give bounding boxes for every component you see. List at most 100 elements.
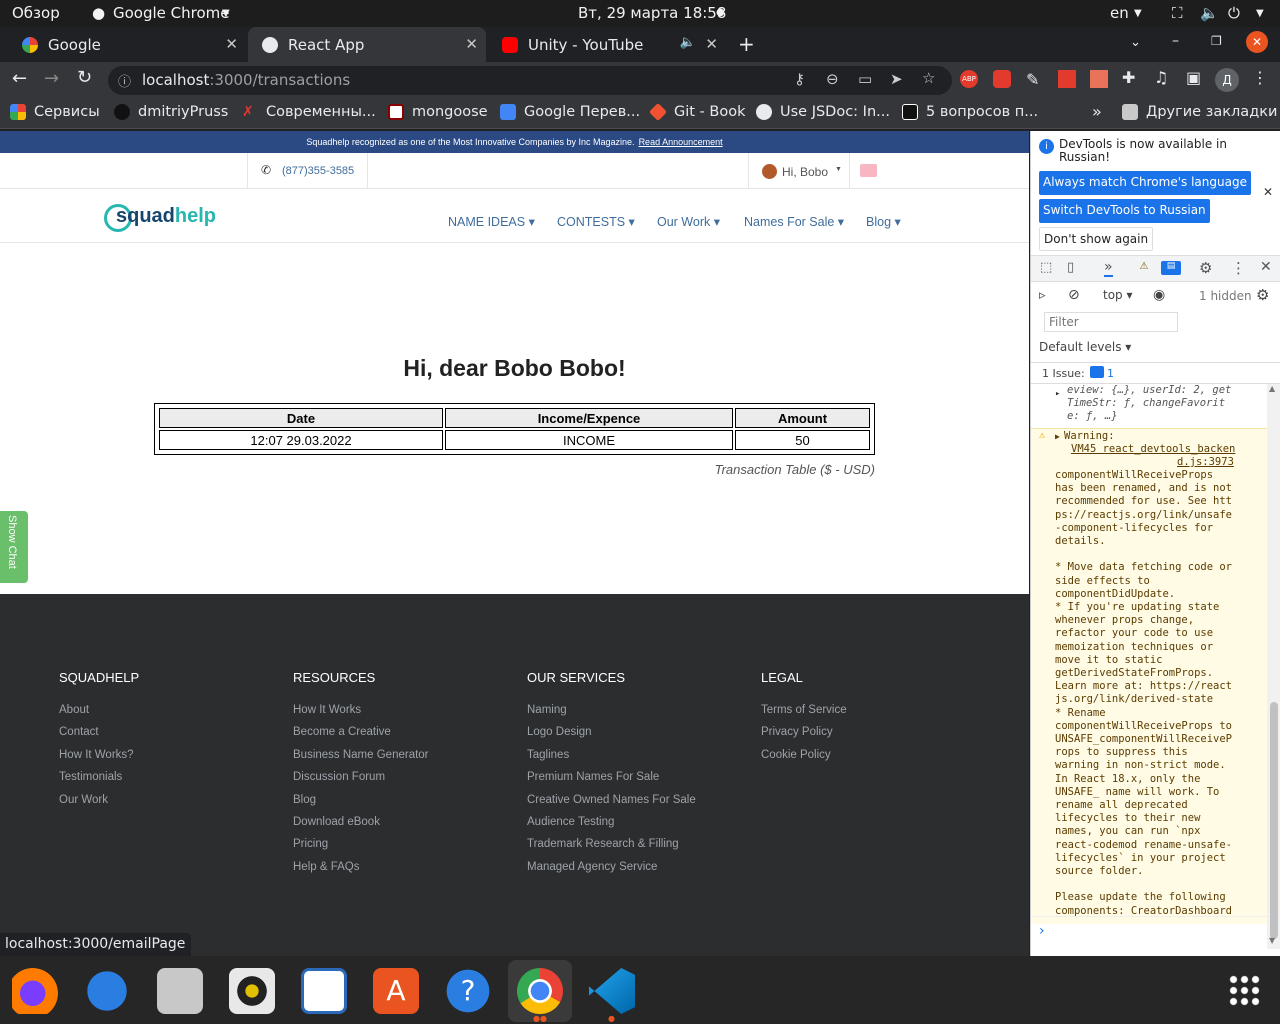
- gear-icon[interactable]: ⚙: [1199, 259, 1212, 277]
- nav-blog[interactable]: Blog ▾: [866, 214, 901, 229]
- source-link[interactable]: VM45 react_devtools_backen: [1071, 443, 1235, 456]
- footer-link[interactable]: Become a Creative: [293, 726, 429, 748]
- reload-button[interactable]: ↻: [77, 67, 92, 88]
- bookmark-item[interactable]: Сервисы: [10, 104, 100, 120]
- always-match-language-button[interactable]: Always match Chrome's language: [1039, 171, 1251, 195]
- message-icon[interactable]: ▤: [1161, 261, 1181, 275]
- footer-link[interactable]: Pricing: [293, 838, 429, 860]
- context-selector[interactable]: top ▾: [1103, 288, 1133, 302]
- power-icon[interactable]: ⏻: [1228, 4, 1240, 22]
- footer-link[interactable]: Download eBook: [293, 816, 429, 838]
- show-chat-button[interactable]: Show Chat: [0, 511, 28, 583]
- source-link[interactable]: d.js:3973: [1177, 456, 1234, 469]
- bookmark-item[interactable]: Google Перев...: [500, 104, 640, 120]
- console-prompt-row[interactable]: ›: [1031, 916, 1267, 956]
- close-devtools-icon[interactable]: ✕: [1260, 259, 1272, 275]
- close-icon[interactable]: ✕: [1263, 185, 1273, 199]
- show-apps-icon[interactable]: [1228, 974, 1260, 1006]
- info-icon[interactable]: ⓘ: [118, 71, 131, 90]
- user-menu[interactable]: Hi, Bobo ▼: [748, 153, 850, 189]
- extension-icon[interactable]: [1058, 70, 1076, 88]
- eye-icon[interactable]: ◉: [1153, 287, 1165, 303]
- help-icon[interactable]: ?: [445, 968, 491, 1014]
- inspect-icon[interactable]: ⬚: [1040, 260, 1052, 275]
- sidebar-toggle-icon[interactable]: ▹: [1039, 288, 1046, 303]
- scroll-up-icon[interactable]: ▲: [1269, 384, 1275, 393]
- log-levels-dropdown[interactable]: Default levels ▾: [1039, 340, 1131, 354]
- issues-bar[interactable]: 1 Issue: 1: [1031, 362, 1280, 384]
- dont-show-again-button[interactable]: Don't show again: [1039, 227, 1154, 251]
- puzzle-icon[interactable]: ✚: [1122, 68, 1135, 87]
- zoom-icon[interactable]: ⊖: [826, 70, 839, 88]
- kebab-menu-icon[interactable]: ⋮: [1231, 259, 1246, 277]
- back-button[interactable]: ←: [12, 68, 27, 89]
- switch-to-russian-button[interactable]: Switch DevTools to Russian: [1039, 199, 1210, 223]
- adblock-icon[interactable]: ABP: [960, 70, 978, 88]
- footer-link[interactable]: Logo Design: [527, 726, 696, 748]
- footer-link[interactable]: Our Work: [59, 794, 139, 816]
- address-bar[interactable]: ⓘ localhost:3000/transactions ⚷ ⊖ ▭ ➤ ☆: [108, 66, 952, 95]
- activities-button[interactable]: Обзор: [12, 4, 60, 22]
- footer-link[interactable]: Business Name Generator: [293, 749, 429, 771]
- footer-link[interactable]: Trademark Research & Filling: [527, 838, 696, 860]
- maximize-button[interactable]: ❐: [1211, 34, 1222, 48]
- footer-link[interactable]: How It Works?: [59, 749, 139, 771]
- bookmark-item[interactable]: 5 вопросов п...: [902, 104, 1038, 120]
- footer-link[interactable]: Help & FAQs: [293, 861, 429, 883]
- bookmark-item[interactable]: ✗ Современны...: [242, 104, 376, 120]
- clock[interactable]: Вт, 29 марта 18:58: [578, 4, 726, 22]
- tab-search-icon[interactable]: ⌄: [1130, 35, 1141, 50]
- scrollbar-thumb[interactable]: [1270, 702, 1278, 939]
- bookmark-item[interactable]: mongoose: [388, 104, 488, 120]
- files-icon[interactable]: [157, 968, 203, 1014]
- footer-link[interactable]: Terms of Service: [761, 704, 847, 726]
- bookmarks-overflow-button[interactable]: »: [1092, 102, 1102, 121]
- bookmark-item[interactable]: Git - Book: [648, 102, 746, 122]
- footer-link[interactable]: Creative Owned Names For Sale: [527, 794, 696, 816]
- footer-link[interactable]: Naming: [527, 704, 696, 726]
- device-toggle-icon[interactable]: ▯: [1067, 260, 1074, 275]
- profile-avatar[interactable]: Д: [1215, 68, 1239, 92]
- close-icon[interactable]: ✕: [225, 35, 238, 53]
- footer-link[interactable]: Taglines: [527, 749, 696, 771]
- console-settings-icon[interactable]: ⚙: [1256, 286, 1269, 304]
- nav-name-ideas[interactable]: NAME IDEAS ▾: [448, 214, 535, 229]
- nav-our-work[interactable]: Our Work ▾: [657, 214, 720, 229]
- volume-icon[interactable]: 🔈: [1200, 4, 1219, 22]
- clear-console-icon[interactable]: ⊘: [1068, 287, 1080, 303]
- footer-link[interactable]: Privacy Policy: [761, 726, 847, 748]
- expand-triangle-icon[interactable]: ▶: [1055, 432, 1060, 441]
- media-icon[interactable]: ♫: [1154, 68, 1168, 87]
- console-scrollbar[interactable]: ▲ ▼: [1267, 384, 1280, 949]
- footer-link[interactable]: Contact: [59, 726, 139, 748]
- send-icon[interactable]: ➤: [890, 70, 903, 88]
- chrome-icon[interactable]: [517, 968, 563, 1014]
- window-close-button[interactable]: ✕: [1246, 31, 1268, 53]
- footer-link[interactable]: About: [59, 704, 139, 726]
- footer-link[interactable]: Discussion Forum: [293, 771, 429, 793]
- forward-button[interactable]: →: [44, 68, 59, 89]
- rhythmbox-icon[interactable]: [229, 968, 275, 1014]
- close-icon[interactable]: ✕: [465, 35, 478, 53]
- software-icon[interactable]: A: [373, 968, 419, 1014]
- network-icon[interactable]: ⛶: [1172, 4, 1183, 22]
- pencil-extension-icon[interactable]: ✎: [1026, 70, 1039, 89]
- bookmark-star-icon[interactable]: ☆: [922, 69, 935, 87]
- bookmark-item[interactable]: Use JSDoc: In...: [756, 104, 890, 120]
- footer-link[interactable]: Blog: [293, 794, 429, 816]
- footer-link[interactable]: Audience Testing: [527, 816, 696, 838]
- tab-youtube[interactable]: Unity - YouTube 🔈 ✕: [488, 27, 726, 62]
- expand-triangle-icon[interactable]: ▸: [1055, 389, 1060, 399]
- filter-input[interactable]: [1044, 312, 1178, 332]
- thunderbird-icon[interactable]: [84, 968, 130, 1014]
- mail-icon[interactable]: [860, 164, 877, 177]
- scroll-down-icon[interactable]: ▼: [1269, 936, 1275, 945]
- extension-icon[interactable]: [993, 70, 1011, 88]
- nav-names-for-sale[interactable]: Names For Sale ▾: [744, 214, 844, 229]
- tab-react-app[interactable]: React App ✕: [248, 27, 486, 62]
- phone-number[interactable]: (877)355-3585: [282, 165, 354, 177]
- footer-link[interactable]: Premium Names For Sale: [527, 771, 696, 793]
- other-bookmarks[interactable]: Другие закладки: [1122, 104, 1277, 120]
- install-icon[interactable]: ▭: [858, 70, 872, 88]
- key-icon[interactable]: ⚷: [794, 70, 805, 88]
